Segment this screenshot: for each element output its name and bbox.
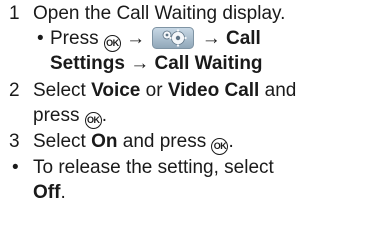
bullet: •	[12, 157, 19, 178]
note-text: To release the setting, select	[33, 157, 274, 178]
step-number: 2	[9, 80, 20, 101]
step-number: 3	[9, 131, 20, 152]
settings-icon	[152, 27, 195, 49]
text: .	[101, 105, 108, 126]
off-label: Off	[33, 182, 61, 203]
call-settings-label-cont: Settings	[50, 53, 125, 74]
on-label: On	[91, 131, 118, 152]
substep-text-cont: Settings → Call Waiting	[50, 52, 263, 76]
arrow: →	[201, 28, 221, 49]
step-text: Select Voice or Video Call and	[33, 79, 296, 103]
call-waiting-label: Call Waiting	[154, 53, 263, 74]
call-settings-label: Call	[225, 28, 261, 49]
text: and	[259, 80, 297, 101]
text: press	[33, 105, 85, 126]
text: Select	[33, 80, 92, 101]
press-text: Press	[50, 28, 104, 49]
ok-key-icon: OK	[211, 138, 229, 155]
voice-label: Voice	[91, 80, 141, 101]
text: Select	[33, 131, 92, 152]
step-number: 1	[9, 3, 20, 24]
substep-text: Press OK → → Call	[50, 27, 261, 52]
note-text-cont: Off.	[33, 181, 66, 205]
video-call-label: Video Call	[167, 80, 260, 101]
instruction-page: 1 Open the Call Waiting display. • Press…	[0, 0, 383, 244]
text: .	[228, 131, 234, 152]
arrow: →	[126, 28, 146, 49]
arrow: →	[130, 53, 150, 74]
step-text: Select On and press OK.	[33, 130, 234, 155]
step-text-cont: press OK.	[33, 104, 107, 129]
bullet: •	[37, 28, 44, 49]
ok-key-icon: OK	[84, 112, 102, 129]
text: or	[140, 80, 168, 101]
text: .	[60, 182, 66, 203]
step-text: Open the Call Waiting display.	[33, 3, 286, 24]
text: and press	[117, 131, 212, 152]
ok-key-icon: OK	[103, 35, 121, 52]
